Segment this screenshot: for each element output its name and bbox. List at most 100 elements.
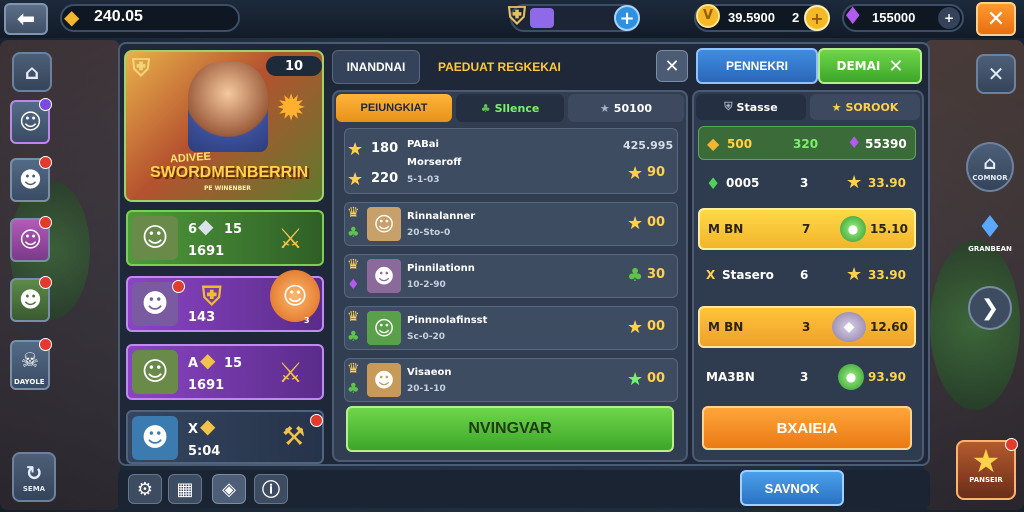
gem-amount: 155000 <box>872 10 916 25</box>
leaf-icon: ♣ <box>627 265 644 286</box>
hero-row-stat: 1691 <box>188 244 225 259</box>
shop-button[interactable]: ↻ SEMA <box>12 452 56 502</box>
gold-ore-icon: ◆ <box>200 348 216 372</box>
list-item[interactable]: ♛ ♣ ☺ Rinnalanner 20-Sto-0 ★ 00 <box>344 202 678 246</box>
shop-row-x: X <box>706 268 716 282</box>
row-line-1: Pinnilationn <box>407 263 475 274</box>
hero-row-stat: 143 <box>188 310 216 325</box>
shop-row-c: 12.60 <box>870 320 908 334</box>
subtab-1[interactable]: PEIUNGKIAT <box>336 94 452 122</box>
hero-row-stat: 5:04 <box>188 444 221 459</box>
info-button[interactable]: ⓘ <box>254 474 288 504</box>
subtab-2[interactable]: ♣ Sllence <box>456 94 564 122</box>
hero-row[interactable]: ☺ 6 ◆ 15 1691 ⚔ <box>126 210 324 266</box>
hero-avatar: ☻ <box>132 416 178 460</box>
sidebar-hero-1[interactable]: ☺ <box>10 98 52 144</box>
shop-row[interactable]: X Stasero 6 ★ 33.90 <box>698 256 916 298</box>
row-right-value: 425.995 <box>623 139 674 152</box>
hero-row[interactable]: ☻ ⛨ 143 ☺ 3 <box>126 270 324 332</box>
gold-counter <box>60 4 240 32</box>
hero-row-stat: 1691 <box>188 378 225 393</box>
home-button[interactable]: ⌂ <box>12 52 52 92</box>
star-icon: ★ <box>971 442 1001 480</box>
list-item[interactable]: ★ 180 ★ 220 PABai Morseroff 5-1-03 425.9… <box>344 128 678 194</box>
main-action-button[interactable]: NVINGVAR <box>346 406 674 452</box>
sidebar-label: DAYOLE <box>14 378 45 386</box>
back-button[interactable]: ⬅ <box>4 3 48 35</box>
center-close-button[interactable]: ✕ <box>656 50 688 82</box>
hero-badge <box>39 338 52 351</box>
right-action-button[interactable]: BXAIEIA <box>702 406 912 450</box>
save-button[interactable]: SAVNOK <box>740 470 844 506</box>
home-side-button[interactable]: ⌂ COMNOR <box>966 142 1014 192</box>
tab-secondary[interactable]: PAEDUAT REGKEKAI <box>438 60 561 74</box>
sidebar-hero-5[interactable]: ☠ DAYOLE <box>10 338 52 390</box>
hero-row[interactable]: ☺ A ◆ 15 1691 ⚔ <box>126 344 324 400</box>
shop-row[interactable]: M BN 3 ◆ 12.60 <box>698 306 916 348</box>
gem-icon: ♦ <box>847 133 862 152</box>
shop-row[interactable]: ♦ 0005 3 ★ 33.90 <box>698 164 916 206</box>
shop-row[interactable]: ◆ 500 320 ♦ 55390 <box>698 126 916 160</box>
grid-icon: ▦ <box>176 478 194 500</box>
xp-fill <box>530 8 554 28</box>
shop-row[interactable]: M BN 7 ● 15.10 <box>698 208 916 250</box>
settings-button[interactable]: ⚙ <box>128 474 162 504</box>
sidebar-hero-3[interactable]: ☺ <box>10 216 52 262</box>
hero-face-icon: ☺ <box>19 110 42 135</box>
row-score: 30 <box>647 267 666 282</box>
map-button[interactable]: ◈ <box>212 474 246 504</box>
frames-button[interactable]: ★ PANSEIR <box>956 438 1018 500</box>
sidebar-hero-4[interactable]: ☻ <box>10 276 52 322</box>
gold-shield-icon: ⛨ <box>202 282 222 312</box>
star-icon: ★ <box>347 139 364 160</box>
row-line-1: Pinnnolafinsst <box>407 315 488 326</box>
subtab-right-d[interactable]: ★ SOROOK <box>810 94 920 120</box>
row-line-1: PABai <box>407 139 439 150</box>
coin-amount: 39.5900 <box>728 10 775 25</box>
silver-bar-icon: ◆ <box>198 214 214 238</box>
add-gem-button[interactable]: + <box>938 7 960 29</box>
gear-icon: ⚙ <box>136 478 154 500</box>
tab-right-b[interactable]: DEMAI ✕ <box>818 48 922 84</box>
gem-icon: ♦ <box>347 277 360 293</box>
hero-row-num: 15 <box>224 356 243 371</box>
star-icon: ★ <box>627 163 644 184</box>
leaf-icon: ♣ <box>347 381 360 397</box>
shop-row-a: 500 <box>727 137 753 151</box>
hammer-icon: ⚒ <box>282 422 306 452</box>
star-icon: ★ <box>347 169 364 190</box>
add-coin-button[interactable]: + <box>804 5 830 31</box>
crown-icon: ♛ <box>347 205 360 221</box>
star-icon: ★ <box>831 100 842 114</box>
star-icon: ★ <box>627 317 644 338</box>
tab-right-a[interactable]: PENNEKRI <box>696 48 818 84</box>
house-icon: ⌂ <box>983 152 997 174</box>
frames-label: PANSEIR <box>969 476 1003 484</box>
close-game-button[interactable]: ✕ <box>976 2 1016 36</box>
hero-avatar: ☺ <box>132 216 178 260</box>
subtab-right-c[interactable]: ⛨ Stasse <box>696 94 806 120</box>
shop-row[interactable]: MA3BN 3 ● 93.90 <box>698 356 916 398</box>
hero-card[interactable]: ✹ 10 ⛨ ADIVEE SWORDMENBERRIN PE WINENBER <box>124 50 324 202</box>
list-item[interactable]: ♛ ♦ ☻ Pinnilationn 10-2-90 ♣ 30 <box>344 254 678 298</box>
subtab-3[interactable]: ★ 50100 <box>568 94 684 122</box>
list-item[interactable]: ♛ ♣ ☺ Pinnnolafinsst Sc-0-20 ★ 00 <box>344 306 678 350</box>
list-item[interactable]: ♛ ♣ ☻ Visaeon 20-1-10 ★ 00 <box>344 358 678 402</box>
shield-icon: ⛨ <box>724 100 733 113</box>
crystal-button[interactable]: ♦ GRANBEAN <box>966 210 1014 262</box>
side-close-button[interactable]: ✕ <box>976 54 1016 94</box>
side-label: GRANBEAN <box>968 245 1012 253</box>
tab-main[interactable]: INANDNAI <box>332 50 420 84</box>
shop-row-b: 3 <box>800 176 809 190</box>
inventory-button[interactable]: ▦ <box>168 474 202 504</box>
sidebar-hero-2[interactable]: ☻ <box>10 156 52 202</box>
add-xp-button[interactable]: + <box>614 5 640 31</box>
green-orb-icon: ● <box>840 216 866 242</box>
frames-badge <box>1005 438 1018 451</box>
next-button[interactable]: ❯ <box>968 286 1012 330</box>
hero-row-prefix: A <box>188 356 199 371</box>
crossed-swords-icon: ⚔ <box>278 356 304 389</box>
row-line-2: 20-Sto-0 <box>407 228 451 238</box>
row-line-2: 10-2-90 <box>407 280 446 290</box>
hero-row[interactable]: ☻ X ◆ 5:04 ⚒ <box>126 410 324 464</box>
